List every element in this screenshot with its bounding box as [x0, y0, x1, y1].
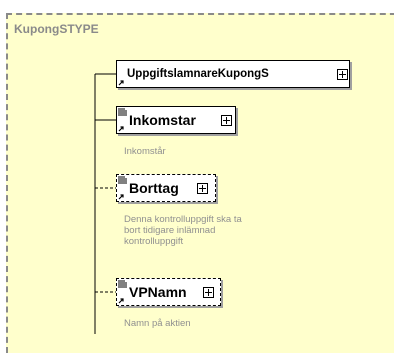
element-borttag[interactable]: Borttag	[116, 174, 216, 202]
simple-content-icon	[118, 108, 127, 116]
element-inkomstar[interactable]: Inkomstar	[116, 106, 236, 134]
description-line: kontrolluppgift	[124, 236, 184, 247]
element-name: UppgiftslamnareKupongS	[127, 68, 269, 80]
reference-arrow-icon	[117, 124, 126, 133]
element-name: Borttag	[129, 180, 179, 196]
element-name: VPNamn	[129, 284, 187, 300]
expand-plus-icon[interactable]	[337, 69, 348, 80]
element-description: Denna kontrolluppgift ska ta bort tidiga…	[124, 214, 242, 247]
expand-plus-icon[interactable]	[221, 115, 232, 126]
element-vpnamn[interactable]: VPNamn	[116, 278, 221, 306]
reference-arrow-icon	[117, 192, 126, 201]
description-line: bort tidigare inlämnad	[124, 225, 216, 236]
expand-plus-icon[interactable]	[197, 183, 208, 194]
reference-arrow-icon	[117, 78, 126, 87]
element-uppgiftslamnare-kupong[interactable]: UppgiftslamnareKupongS	[116, 60, 350, 88]
reference-arrow-icon	[117, 296, 126, 305]
element-description: Namn på aktien	[124, 318, 191, 329]
element-description: Inkomstår	[124, 146, 166, 157]
expand-plus-icon[interactable]	[203, 287, 214, 298]
element-name: Inkomstar	[129, 112, 196, 128]
description-line: Denna kontrolluppgift ska ta	[124, 214, 242, 225]
schema-diagram: KupongSTYPE UppgiftslamnareKupongS Inkom…	[0, 0, 394, 353]
simple-content-icon	[118, 280, 127, 288]
simple-content-icon	[118, 176, 127, 184]
